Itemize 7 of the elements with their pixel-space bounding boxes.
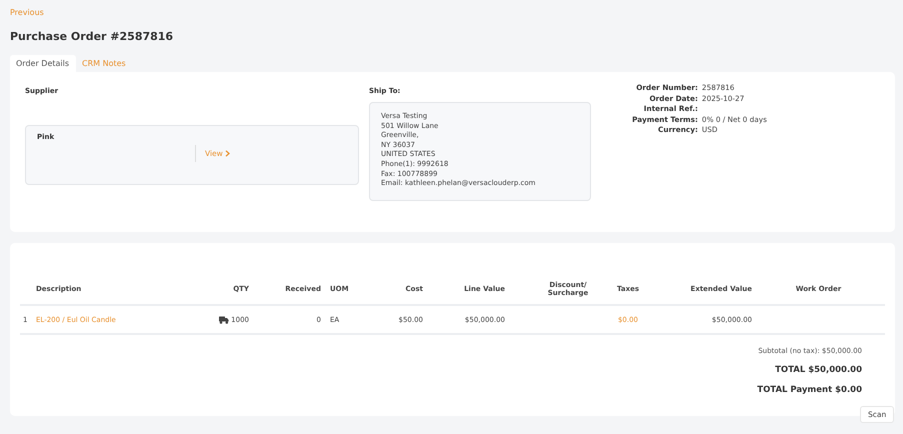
- chevron-right-icon: [224, 150, 230, 157]
- previous-link[interactable]: Previous: [10, 8, 44, 17]
- tab[interactable]: Order Details: [10, 55, 76, 72]
- page-title: Purchase Order #2587816: [10, 30, 174, 43]
- total-text: TOTAL $50,000.00: [775, 365, 862, 375]
- tab[interactable]: CRM Notes: [76, 55, 133, 72]
- total-payment-text: TOTAL Payment $0.00: [757, 385, 862, 395]
